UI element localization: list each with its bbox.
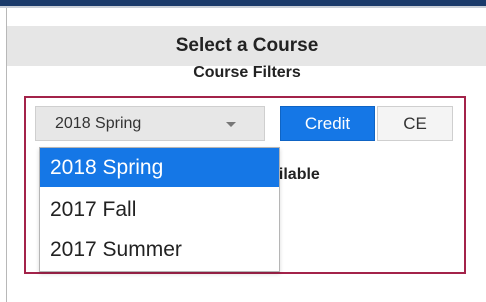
term-option[interactable]: 2017 Summer — [40, 230, 279, 269]
credit-button[interactable]: Credit — [280, 106, 375, 141]
course-filters-box: 2018 Spring Credit CE ailable 2018 Sprin… — [24, 96, 466, 274]
term-option[interactable]: 2018 Spring — [40, 148, 279, 187]
panel-title: Select a Course — [7, 26, 486, 66]
course-filters-heading: Course Filters — [193, 64, 301, 81]
term-option[interactable]: 2017 Fall — [40, 190, 279, 229]
course-selector-panel: Select a Course Course Filters 2018 Spri… — [6, 8, 486, 302]
term-select-value: 2018 Spring — [55, 115, 142, 132]
ce-button[interactable]: CE — [377, 106, 453, 141]
term-dropdown-menu: 2018 Spring 2017 Fall 2017 Summer — [39, 147, 280, 272]
chevron-down-icon — [226, 122, 236, 127]
term-select[interactable]: 2018 Spring — [35, 106, 265, 141]
